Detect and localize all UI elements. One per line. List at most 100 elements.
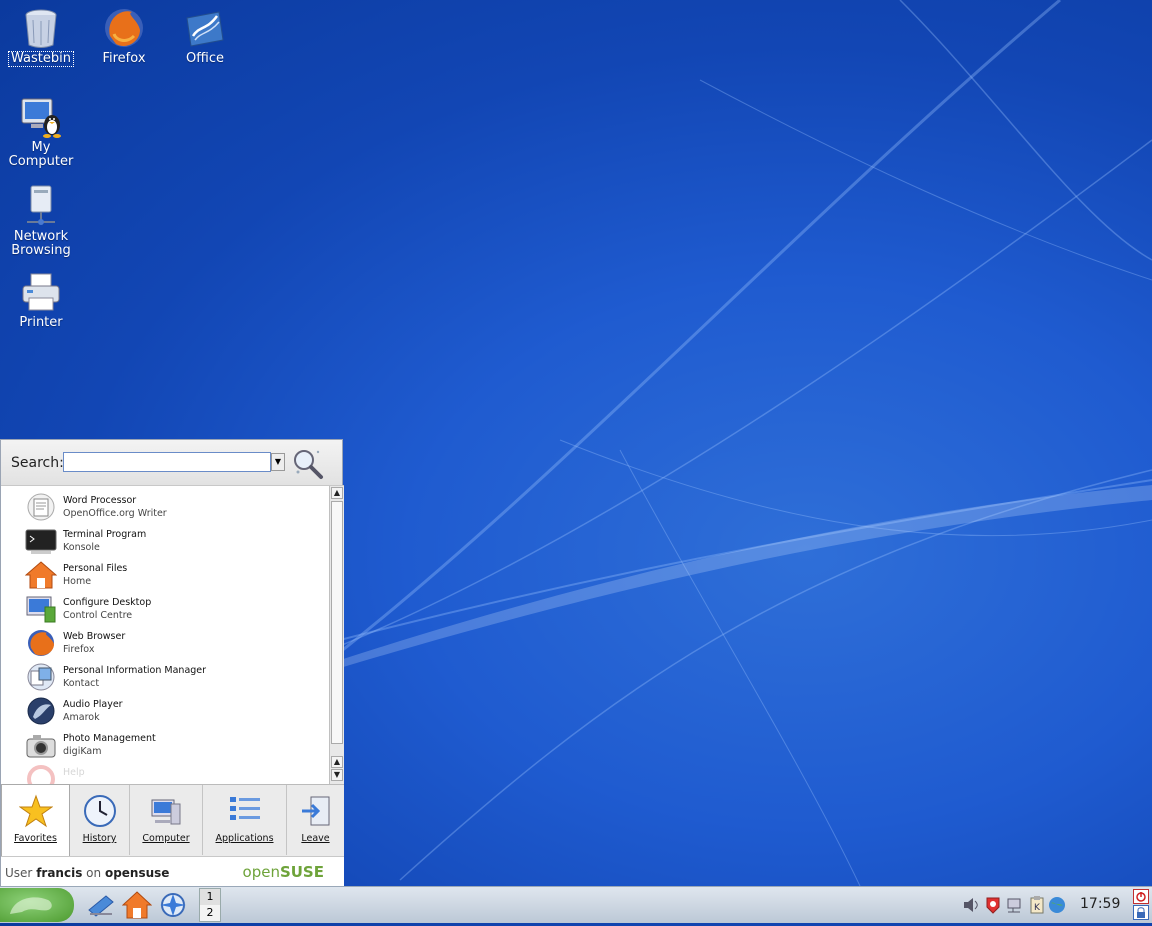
clock-icon — [83, 795, 116, 827]
menu-footer: User francis on opensuse openSUSE — [1, 856, 344, 888]
desktop-icon-label: Firefox — [102, 51, 146, 66]
item-subtitle: digiKam — [63, 746, 102, 757]
item-subtitle: Konsole — [63, 542, 100, 553]
list-item-terminal-program[interactable]: Terminal Program Konsole — [25, 524, 315, 558]
applications-list-icon — [229, 797, 260, 820]
desktop-icon-network-browsing[interactable]: Network Browsing — [1, 180, 81, 258]
item-title: Help — [63, 767, 85, 778]
search-magnifier-icon[interactable] — [290, 446, 324, 480]
klipper-icon[interactable]: K — [1027, 895, 1047, 915]
item-subtitle: Control Centre — [63, 610, 133, 621]
terminal-icon — [25, 529, 57, 554]
item-title: Personal Information Manager — [63, 665, 207, 676]
updater-icon[interactable] — [983, 895, 1003, 915]
start-menu: Search: ▼ Word Processor OpenOffice.org … — [0, 439, 344, 888]
opensuse-logo: openSUSE — [242, 863, 324, 881]
virtual-desktop-pager[interactable]: 1 2 — [199, 888, 221, 922]
amarok-icon — [27, 697, 55, 725]
item-subtitle: OpenOffice.org Writer — [63, 508, 167, 519]
item-subtitle: Firefox — [63, 644, 95, 655]
digikam-icon — [26, 735, 56, 758]
network-manager-icon[interactable] — [1005, 895, 1025, 915]
pager-desktop-1[interactable]: 1 — [200, 889, 220, 905]
scroll-up-button[interactable]: ▲ — [331, 487, 343, 499]
firefox-icon — [28, 630, 54, 656]
item-title: Personal Files — [63, 563, 128, 574]
item-title: Web Browser — [63, 631, 126, 642]
control-centre-icon — [26, 596, 56, 623]
list-item-help[interactable]: Help — [25, 762, 315, 784]
firefox-icon — [105, 9, 143, 47]
list-item-configure-desktop[interactable]: Configure Desktop Control Centre — [25, 592, 315, 626]
tab-history[interactable]: History — [70, 785, 130, 855]
tab-applications[interactable]: Applications — [203, 785, 287, 855]
item-subtitle: Home — [63, 576, 92, 587]
list-item-word-processor[interactable]: Word Processor OpenOffice.org Writer — [25, 490, 315, 524]
desktop-icon-my-computer[interactable]: My Computer — [1, 91, 81, 169]
desktop-icon-label: Network Browsing — [11, 229, 71, 258]
computer-icon — [151, 799, 181, 825]
desktop-icon-printer[interactable]: Printer — [1, 266, 81, 330]
favorites-list: Word Processor OpenOffice.org Writer Ter… — [1, 485, 344, 784]
item-title: Configure Desktop — [63, 597, 152, 608]
tab-label: History — [82, 833, 117, 844]
wastebin-icon — [25, 9, 57, 48]
help-icon — [27, 765, 55, 784]
leave-icon — [301, 796, 329, 826]
search-input[interactable] — [63, 452, 271, 472]
search-bar: Search: ▼ — [1, 440, 342, 485]
scroll-thumb[interactable] — [331, 501, 343, 744]
tab-label: Applications — [215, 833, 274, 844]
list-item-personal-information-manager[interactable]: Personal Information Manager Kontact — [25, 660, 315, 694]
tab-label: Favorites — [14, 833, 57, 844]
desktop-icon-wastebin[interactable]: Wastebin — [1, 2, 81, 67]
scroll-up-button-lower[interactable]: ▲ — [331, 756, 343, 768]
tab-label: Computer — [142, 833, 190, 844]
konqueror-icon[interactable] — [158, 890, 188, 920]
search-history-dropdown[interactable]: ▼ — [271, 453, 285, 471]
computer-icon — [21, 98, 61, 138]
logout-icon[interactable] — [1133, 889, 1149, 904]
list-item-photo-management[interactable]: Photo Management digiKam — [25, 728, 315, 762]
pager-desktop-2[interactable]: 2 — [200, 905, 220, 921]
list-item-audio-player[interactable]: Audio Player Amarok — [25, 694, 315, 728]
desktop-show-icon[interactable] — [86, 890, 116, 920]
favorites-scrollbar[interactable]: ▲ ▲ ▼ — [329, 486, 344, 784]
volume-icon[interactable] — [961, 895, 981, 915]
list-item-web-browser[interactable]: Web Browser Firefox — [25, 626, 315, 660]
network-icon — [27, 185, 55, 225]
globe-icon[interactable] — [1047, 895, 1067, 915]
desktop-icon-label: My Computer — [8, 140, 74, 169]
username: francis — [36, 866, 83, 880]
menu-tabs: Favorites History Computer Applications … — [1, 784, 344, 857]
tab-computer[interactable]: Computer — [130, 785, 203, 855]
desktop-icon-firefox[interactable]: Firefox — [84, 2, 164, 66]
desktop-icon-label: Wastebin — [8, 51, 74, 67]
list-item-personal-files[interactable]: Personal Files Home — [25, 558, 315, 592]
gecko-icon — [10, 897, 52, 914]
item-subtitle: Kontact — [63, 678, 100, 689]
tab-label: Leave — [301, 833, 330, 844]
star-icon — [18, 794, 53, 828]
tab-favorites[interactable]: Favorites — [1, 784, 70, 857]
user-info: User francis on opensuse — [5, 866, 170, 880]
office-icon — [186, 11, 224, 47]
item-title: Word Processor — [63, 495, 137, 506]
item-title: Photo Management — [63, 733, 156, 744]
desktop-icon-office[interactable]: Office — [165, 2, 245, 66]
desktop-icon-label: Printer — [19, 315, 63, 330]
printer-icon — [22, 273, 60, 311]
taskbar: 1 2 K 17:59 — [0, 886, 1152, 923]
item-title: Terminal Program — [63, 529, 147, 540]
search-label: Search: — [11, 455, 64, 471]
kontact-icon — [27, 663, 55, 691]
tab-leave[interactable]: Leave — [287, 785, 344, 855]
kmenu-button[interactable] — [0, 888, 74, 922]
scroll-down-button[interactable]: ▼ — [331, 769, 343, 781]
desktop-icon-label: Office — [186, 51, 224, 66]
item-subtitle: Amarok — [63, 712, 100, 723]
clock[interactable]: 17:59 — [1080, 896, 1120, 912]
lock-screen-icon[interactable] — [1133, 905, 1149, 920]
home-icon[interactable] — [122, 890, 152, 920]
word-processor-icon — [27, 493, 55, 521]
